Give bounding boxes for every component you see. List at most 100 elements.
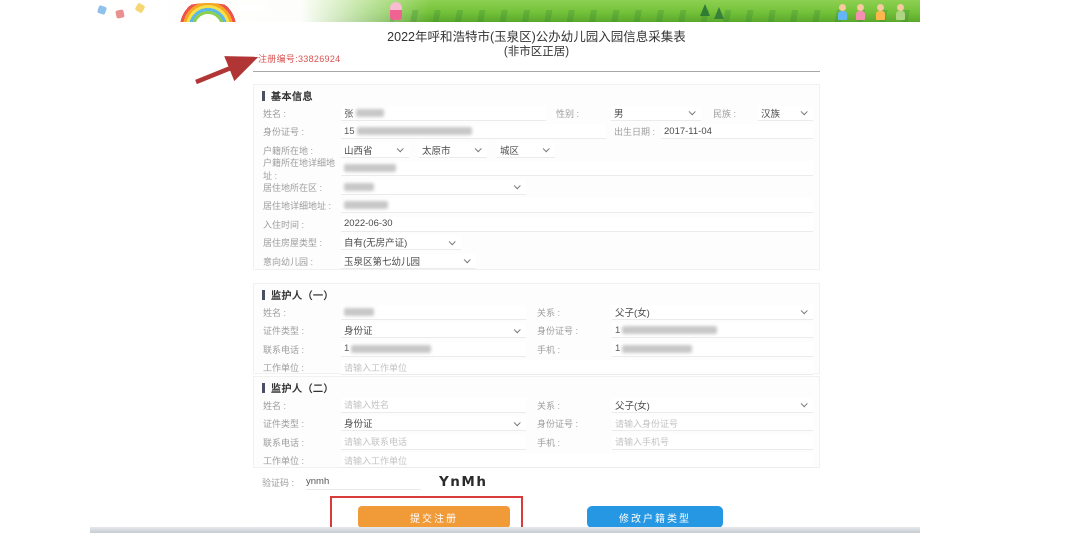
chevron-down-icon <box>801 109 808 116</box>
row-g1-work: 工作单位 : 请输入工作单位 <box>254 359 819 378</box>
section-title: 监护人（二） <box>271 380 334 395</box>
masked-text <box>356 109 384 117</box>
gender-select[interactable]: 男 <box>611 106 701 121</box>
g2-id-input[interactable]: 请输入身份证号 <box>612 416 813 431</box>
footer-bar <box>90 527 920 533</box>
g1-idtype-label: 证件类型 : <box>263 324 341 337</box>
cloud-icon <box>240 4 266 12</box>
page: 2022年呼和浩特市(玉泉区)公办幼儿园入园信息采集表 (非市区正居) 注册编号… <box>0 0 1080 533</box>
row-g2-work: 工作单位 : 请输入工作单位 <box>254 452 819 471</box>
row-housing-type: 居住房屋类型 : 自有(无房产证) <box>254 234 819 253</box>
child-name-input[interactable]: 张 <box>341 106 546 121</box>
annotation-arrow-icon <box>190 52 262 86</box>
cartoon-child-icon <box>896 4 905 20</box>
g1-relation-select[interactable]: 父子(女) <box>612 305 813 320</box>
g2-work-label: 工作单位 : <box>263 454 341 467</box>
g2-relation-select[interactable]: 父子(女) <box>612 398 813 413</box>
housing-type-select[interactable]: 自有(无房产证) <box>341 235 461 250</box>
cartoon-child-icon <box>838 4 847 20</box>
section-header: 监护人（二） <box>254 379 819 396</box>
tree-icon <box>700 4 710 16</box>
row-g1-name-relation: 姓名 : 关系 : 父子(女) <box>254 303 819 322</box>
masked-text <box>622 345 692 353</box>
cartoon-child-icon <box>856 4 865 20</box>
hukou-city-select[interactable]: 太原市 <box>419 143 487 158</box>
divider <box>253 71 820 72</box>
chevron-down-icon <box>397 146 404 153</box>
chevron-down-icon <box>514 419 521 426</box>
g2-mobile-label: 手机 : <box>537 436 612 449</box>
g2-relation-label: 关系 : <box>537 399 612 412</box>
section-title: 基本信息 <box>271 88 313 103</box>
kindergarten-select[interactable]: 玉泉区第七幼儿园 <box>341 254 476 269</box>
g1-idtype-select[interactable]: 身份证 <box>341 323 526 338</box>
hukou-province-select[interactable]: 山西省 <box>341 143 409 158</box>
row-residence-district: 居住地所在区 : <box>254 178 819 197</box>
decorative-banner <box>90 0 920 22</box>
chevron-down-icon <box>543 146 550 153</box>
captcha-image[interactable]: YnMh <box>439 474 487 490</box>
g2-idtype-label: 证件类型 : <box>263 417 341 430</box>
birth-label: 出生日期 : <box>614 125 661 138</box>
chevron-down-icon <box>514 183 521 190</box>
masked-text <box>351 345 431 353</box>
section-header: 基本信息 <box>254 87 819 104</box>
page-title: 2022年呼和浩特市(玉泉区)公办幼儿园入园信息采集表 <box>253 29 820 45</box>
section-title: 监护人（一） <box>271 287 334 302</box>
section-basic-info: 基本信息 姓名 : 张 性别 : 男 民族 : 汉族 身份证号 : 15 出生日… <box>253 84 820 270</box>
g1-name-label: 姓名 : <box>263 306 341 319</box>
hukou-addr-label: 户籍所在地详细地址 : <box>263 156 341 182</box>
housing-label: 居住房屋类型 : <box>263 236 341 249</box>
g2-work-input[interactable]: 请输入工作单位 <box>341 453 813 468</box>
row-name-gender-ethnic: 姓名 : 张 性别 : 男 民族 : 汉族 <box>254 104 819 123</box>
row-kindergarten: 意向幼儿园 : 玉泉区第七幼儿园 <box>254 252 819 271</box>
row-residence-address: 居住地详细地址 : <box>254 197 819 216</box>
chevron-down-icon <box>801 401 808 408</box>
cartoon-child-icon <box>876 4 885 20</box>
g1-phone-input[interactable]: 1 <box>341 342 526 357</box>
registration-number: 注册编号:33826924 <box>258 52 340 65</box>
section-guardian-2: 监护人（二） 姓名 : 请输入姓名 关系 : 父子(女) 证件类型 : 身份证 … <box>253 376 820 468</box>
hukou-address-input[interactable] <box>341 161 813 176</box>
kindergarten-label: 意向幼儿园 : <box>263 255 341 268</box>
name-label: 姓名 : <box>263 107 341 120</box>
child-id-input[interactable]: 15 <box>341 124 606 139</box>
ethnic-label: 民族 : <box>713 107 758 120</box>
masked-text <box>357 127 472 135</box>
g1-mobile-label: 手机 : <box>537 343 612 356</box>
g2-name-input[interactable]: 请输入姓名 <box>341 398 526 413</box>
confetti-icon <box>115 9 124 18</box>
captcha-label: 验证码 : <box>262 476 306 489</box>
row-g1-phone-mobile: 联系电话 : 1 手机 : 1 <box>254 340 819 359</box>
chevron-down-icon <box>801 308 808 315</box>
g2-phone-input[interactable]: 请输入联系电话 <box>341 435 526 450</box>
row-g2-name-relation: 姓名 : 请输入姓名 关系 : 父子(女) <box>254 396 819 415</box>
g1-work-input[interactable]: 请输入工作单位 <box>341 360 813 375</box>
ethnic-select[interactable]: 汉族 <box>758 106 813 121</box>
g1-relation-label: 关系 : <box>537 306 612 319</box>
chevron-down-icon <box>689 109 696 116</box>
residence-district-select[interactable] <box>341 180 526 195</box>
birth-date-input[interactable]: 2017-11-04 <box>661 124 813 139</box>
row-movein-date: 入住时间 : 2022-06-30 <box>254 215 819 234</box>
section-bar <box>262 290 265 300</box>
g2-mobile-input[interactable]: 请输入手机号 <box>612 435 813 450</box>
resid-addr-label: 居住地详细地址 : <box>263 199 341 212</box>
g1-id-input[interactable]: 1 <box>612 323 813 338</box>
modify-hukou-type-button[interactable]: 修改户籍类型 <box>587 506 723 528</box>
g2-phone-label: 联系电话 : <box>263 436 341 449</box>
movein-date-input[interactable]: 2022-06-30 <box>341 217 813 232</box>
captcha-input[interactable] <box>306 474 421 490</box>
section-bar <box>262 383 265 393</box>
residence-address-input[interactable] <box>341 198 813 213</box>
section-bar <box>262 91 265 101</box>
chevron-down-icon <box>475 146 482 153</box>
row-hukou-address: 户籍所在地详细地址 : <box>254 160 819 179</box>
g1-name-input[interactable] <box>341 305 526 320</box>
submit-registration-button[interactable]: 提交注册 <box>358 506 510 528</box>
row-id-birth: 身份证号 : 15 出生日期 : 2017-11-04 <box>254 123 819 142</box>
g2-idtype-select[interactable]: 身份证 <box>341 416 526 431</box>
g1-mobile-input[interactable]: 1 <box>612 342 813 357</box>
hukou-district-select[interactable]: 城区 <box>497 143 555 158</box>
g1-phone-label: 联系电话 : <box>263 343 341 356</box>
